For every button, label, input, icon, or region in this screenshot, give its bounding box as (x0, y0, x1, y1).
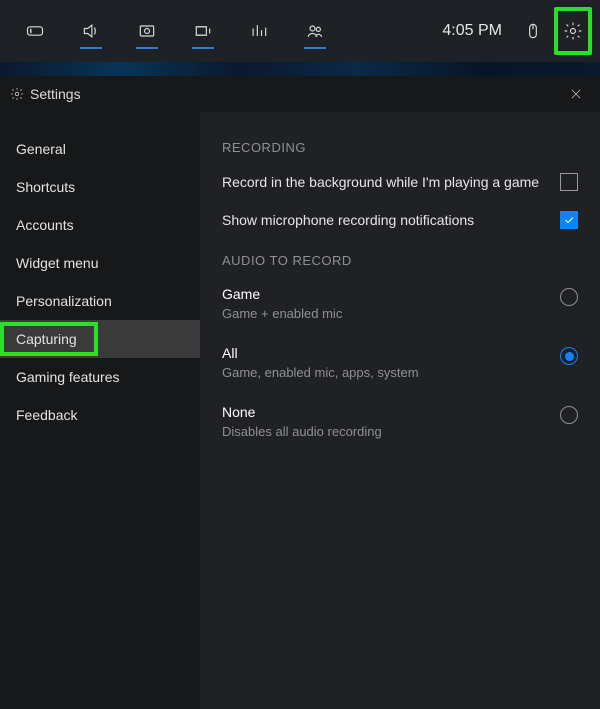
background-record-row: Record in the background while I'm playi… (222, 173, 578, 191)
gear-icon[interactable] (554, 7, 592, 55)
settings-panel: Settings General Shortcuts Accounts Widg… (0, 76, 600, 709)
sidebar-item-label: Shortcuts (16, 179, 75, 195)
option-sub: Game + enabled mic (222, 306, 560, 321)
capture-icon[interactable] (120, 7, 174, 55)
social-icon[interactable] (288, 7, 342, 55)
recording-header: RECORDING (222, 140, 578, 155)
sidebar-item-label: General (16, 141, 66, 157)
option-sub: Disables all audio recording (222, 424, 560, 439)
sidebar-item-label: Feedback (16, 407, 77, 423)
sidebar-item-label: Gaming features (16, 369, 120, 385)
mic-notifications-label: Show microphone recording notifications (222, 212, 560, 228)
mic-notifications-checkbox[interactable] (560, 211, 578, 229)
option-sub: Game, enabled mic, apps, system (222, 365, 560, 380)
sidebar-item-general[interactable]: General (0, 130, 200, 168)
game-bar-topbar: 4:05 PM (0, 0, 600, 62)
audio-option-game[interactable]: Game Game + enabled mic (222, 286, 578, 321)
settings-title: Settings (30, 86, 81, 102)
gear-icon (10, 87, 24, 101)
mouse-icon[interactable] (514, 7, 552, 55)
sidebar-item-label: Widget menu (16, 255, 98, 271)
sidebar-item-accounts[interactable]: Accounts (0, 206, 200, 244)
radio-game[interactable] (560, 288, 578, 306)
close-icon[interactable] (562, 80, 590, 108)
sidebar-item-personalization[interactable]: Personalization (0, 282, 200, 320)
decorative-strip (0, 62, 600, 76)
performance-icon[interactable] (232, 7, 286, 55)
settings-header: Settings (0, 76, 600, 112)
option-title: None (222, 404, 560, 420)
radio-all[interactable] (560, 347, 578, 365)
background-record-checkbox[interactable] (560, 173, 578, 191)
sidebar-item-label: Capturing (16, 331, 77, 347)
sidebar-item-widget-menu[interactable]: Widget menu (0, 244, 200, 282)
audio-option-none[interactable]: None Disables all audio recording (222, 404, 578, 439)
settings-body: General Shortcuts Accounts Widget menu P… (0, 112, 600, 709)
radio-none[interactable] (560, 406, 578, 424)
clock: 4:05 PM (432, 22, 512, 40)
sidebar-item-label: Accounts (16, 217, 74, 233)
sidebar-item-feedback[interactable]: Feedback (0, 396, 200, 434)
audio-option-all[interactable]: All Game, enabled mic, apps, system (222, 345, 578, 380)
sidebar-item-shortcuts[interactable]: Shortcuts (0, 168, 200, 206)
option-title: Game (222, 286, 560, 302)
sidebar-item-gaming-features[interactable]: Gaming features (0, 358, 200, 396)
option-title: All (222, 345, 560, 361)
settings-sidebar: General Shortcuts Accounts Widget menu P… (0, 112, 200, 709)
broadcast-icon[interactable] (176, 7, 230, 55)
xbox-icon[interactable] (8, 7, 62, 55)
sidebar-item-label: Personalization (16, 293, 112, 309)
sidebar-item-capturing[interactable]: Capturing (0, 320, 200, 358)
background-record-label: Record in the background while I'm playi… (222, 174, 560, 190)
audio-to-record-header: AUDIO TO RECORD (222, 253, 578, 268)
speaker-icon[interactable] (64, 7, 118, 55)
mic-notifications-row: Show microphone recording notifications (222, 211, 578, 229)
settings-content: RECORDING Record in the background while… (200, 112, 600, 709)
